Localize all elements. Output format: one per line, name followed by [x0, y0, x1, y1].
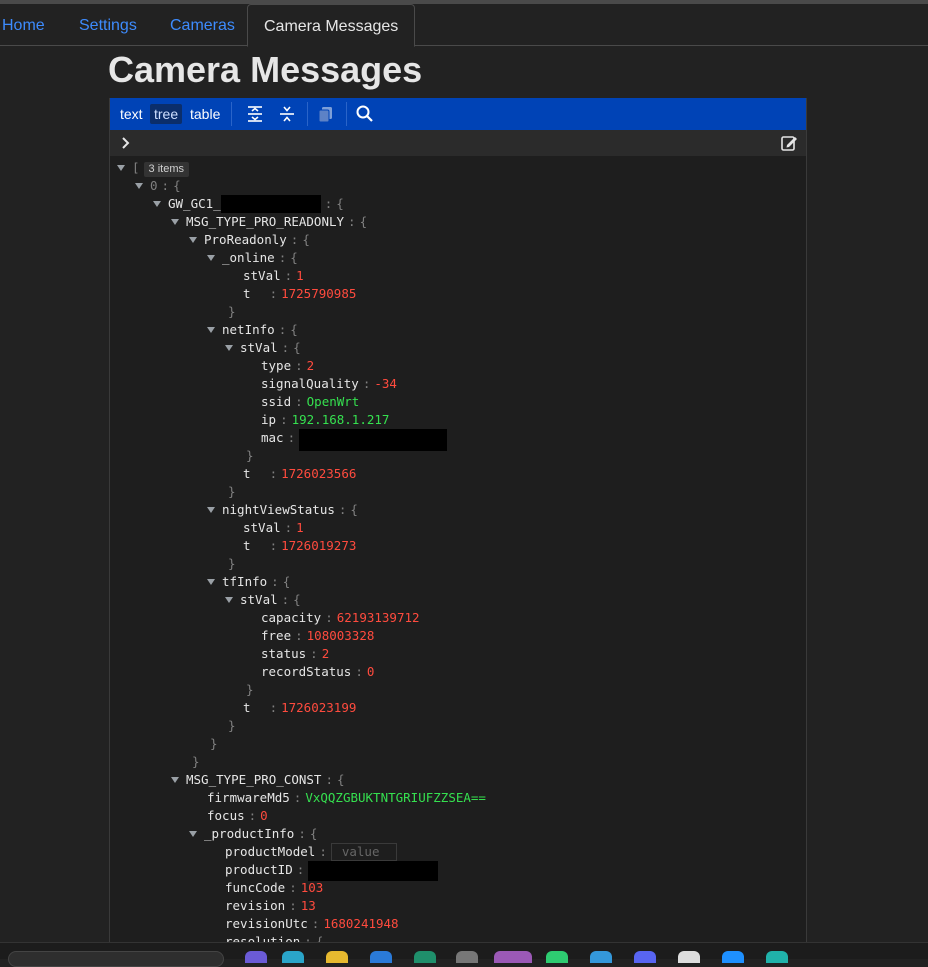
top-nav: Home Settings Cameras Camera Messages: [0, 4, 928, 47]
tree-row-readonly[interactable]: MSG_TYPE_PRO_READONLY:{: [171, 213, 367, 231]
collapse-caret-icon[interactable]: [207, 578, 215, 585]
tree-row-close: }: [246, 682, 254, 697]
tree-row-productinfo[interactable]: _productInfo:{: [189, 825, 317, 843]
edit-icon[interactable]: [780, 134, 798, 152]
collapse-caret-icon[interactable]: [207, 326, 215, 333]
tree-row-nightview[interactable]: nightViewStatus:{: [207, 501, 358, 519]
tree-row-netinfo[interactable]: netInfo:{: [207, 321, 298, 339]
app-icon[interactable]: [282, 951, 304, 963]
tree-row-ip[interactable]: ip:192.168.1.217: [261, 411, 389, 429]
collapse-caret-icon[interactable]: [153, 200, 161, 207]
tree-row-online-stval[interactable]: stVal:1: [243, 267, 304, 285]
app-icon[interactable]: [634, 951, 656, 963]
collapse-caret-icon[interactable]: [225, 344, 233, 351]
tree-row-night-t[interactable]: t :1726019273: [243, 537, 356, 555]
tree-row-revision[interactable]: revision:13: [225, 897, 316, 915]
tree-row-revisionutc[interactable]: revisionUtc:1680241948: [225, 915, 399, 933]
copy-icon[interactable]: [316, 104, 336, 124]
tree-row-close: }: [192, 754, 200, 769]
tree-row-root[interactable]: [3 items: [117, 159, 189, 177]
menu-separator: [346, 102, 347, 126]
tree-row-gateway[interactable]: GW_GC1_:{: [153, 195, 344, 213]
tree-row-tf-stval[interactable]: stVal:{: [225, 591, 301, 609]
collapse-caret-icon[interactable]: [207, 254, 215, 261]
redacted-block: [308, 861, 439, 881]
folder-icon[interactable]: [326, 951, 348, 963]
search-icon[interactable]: [355, 104, 375, 124]
tree-row-mac[interactable]: mac:: [261, 429, 448, 451]
tree-row-netinfo-t[interactable]: t :1726023566: [243, 465, 356, 483]
collapse-all-icon[interactable]: [277, 104, 297, 124]
tree-row-close: }: [210, 736, 218, 751]
redacted-block: [299, 429, 448, 451]
page-title: Camera Messages: [108, 49, 423, 90]
expand-all-icon[interactable]: [245, 104, 265, 124]
nav-tab-home[interactable]: Home: [2, 4, 45, 45]
tree-row-tfinfo[interactable]: tfInfo:{: [207, 573, 290, 591]
tree-row-status[interactable]: status:2: [261, 645, 329, 663]
collapse-caret-icon[interactable]: [171, 776, 179, 783]
app-icon[interactable]: [245, 951, 267, 963]
tree-row-const[interactable]: MSG_TYPE_PRO_CONST:{: [171, 771, 345, 789]
app-icon[interactable]: [590, 951, 612, 963]
menu-separator: [307, 102, 308, 126]
item-count-badge[interactable]: 3 items: [143, 162, 189, 177]
redacted-block: [220, 195, 321, 213]
tree-row-funccode[interactable]: funcCode:103: [225, 879, 323, 897]
tree-row-close: }: [246, 448, 254, 463]
nav-tab-camera-messages[interactable]: Camera Messages: [247, 4, 416, 47]
app-icon[interactable]: [414, 951, 436, 963]
tree-row-signal[interactable]: signalQuality: -34: [261, 375, 397, 393]
tree-row-recordstatus[interactable]: recordStatus:0: [261, 663, 374, 681]
nav-tab-cameras[interactable]: Cameras: [170, 4, 235, 45]
tree-row-close: }: [228, 484, 236, 499]
tree-row-close: }: [228, 304, 236, 319]
nav-tab-settings[interactable]: Settings: [79, 4, 137, 45]
collapse-caret-icon[interactable]: [189, 830, 197, 837]
collapse-caret-icon[interactable]: [189, 236, 197, 243]
navigation-bar: [110, 130, 806, 156]
json-editor: text tree table [3 items 0: {GW_GC1_ …: [109, 98, 807, 944]
app-icon[interactable]: [678, 951, 700, 963]
menu-separator: [231, 102, 232, 126]
tree-row-item-0[interactable]: 0:{: [135, 177, 181, 195]
tree-row-productmodel[interactable]: productModel: value: [225, 843, 397, 861]
tree-row-type[interactable]: type:2: [261, 357, 314, 375]
tree-row-ssid[interactable]: ssid: OpenWrt: [261, 393, 359, 411]
tree-row-night-stval[interactable]: stVal:1: [243, 519, 304, 537]
tree-row-firmware[interactable]: firmwareMd5: VxQQZGBUKTNTGRIUFZZSEA==: [207, 789, 486, 807]
app-icon[interactable]: [546, 951, 568, 963]
tree-row-proreadonly[interactable]: ProReadonly:{: [189, 231, 310, 249]
chevron-right-icon[interactable]: [120, 135, 132, 151]
value-input[interactable]: value: [330, 843, 397, 861]
tree-row-netinfo-stval[interactable]: stVal:{: [225, 339, 301, 357]
tree-row-online[interactable]: _online:{: [207, 249, 298, 267]
tree-row-tf-t[interactable]: t :1726023199: [243, 699, 356, 717]
tree-row-capacity[interactable]: capacity:62193139712: [261, 609, 420, 627]
tree-row-online-t[interactable]: t :1725790985: [243, 285, 356, 303]
os-taskbar: [0, 942, 928, 967]
mode-text-button[interactable]: text: [116, 104, 147, 124]
app-icon[interactable]: [370, 951, 392, 963]
app-icon[interactable]: [456, 951, 478, 963]
tree-row-close: }: [228, 718, 236, 733]
tree-row-close: }: [228, 556, 236, 571]
mode-table-button[interactable]: table: [186, 104, 224, 124]
collapse-caret-icon[interactable]: [135, 182, 143, 189]
collapse-caret-icon[interactable]: [225, 596, 233, 603]
app-icon[interactable]: [722, 951, 744, 963]
app-icon[interactable]: [766, 951, 788, 963]
collapse-caret-icon[interactable]: [207, 506, 215, 513]
tree-row-focus[interactable]: focus:0: [207, 807, 268, 825]
collapse-caret-icon[interactable]: [171, 218, 179, 225]
taskbar-search-box[interactable]: [8, 951, 224, 967]
editor-menubar: text tree table: [110, 98, 806, 130]
tree-row-free[interactable]: free:108003328: [261, 627, 374, 645]
mode-tree-button[interactable]: tree: [150, 104, 183, 124]
app-icon[interactable]: [494, 951, 532, 963]
collapse-caret-icon[interactable]: [117, 164, 125, 171]
